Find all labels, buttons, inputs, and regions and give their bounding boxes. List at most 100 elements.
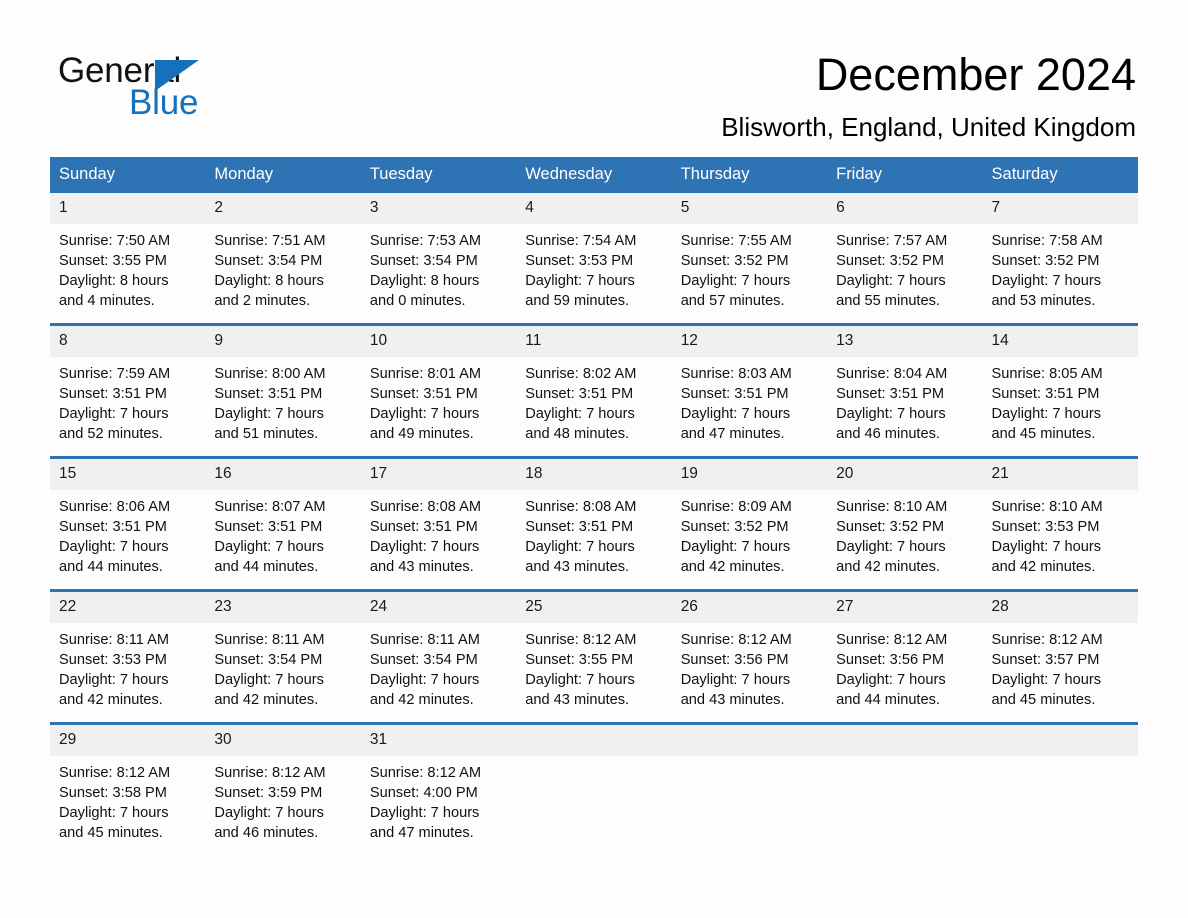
daylight-text-line1: Daylight: 7 hours: [836, 273, 946, 289]
day-cell[interactable]: 10 Sunrise: 8:01 AM Sunset: 3:51 PM Dayl…: [360, 326, 517, 444]
day-cell[interactable]: 3 Sunrise: 7:53 AM Sunset: 3:54 PM Dayli…: [360, 193, 517, 311]
day-cell[interactable]: 18 Sunrise: 8:08 AM Sunset: 3:51 PM Dayl…: [516, 459, 672, 577]
day-info: Sunrise: 8:10 AM Sunset: 3:52 PM Dayligh…: [827, 490, 982, 577]
sunrise-text: Sunrise: 8:12 AM: [369, 765, 481, 781]
daylight-text-line2: and 47 minutes.: [369, 825, 474, 841]
day-cell[interactable]: 27 Sunrise: 8:12 AM Sunset: 3:56 PM Dayl…: [827, 592, 983, 710]
day-info: Sunrise: 8:11 AM Sunset: 3:54 PM Dayligh…: [205, 623, 360, 710]
sunrise-text: Sunrise: 7:59 AM: [59, 366, 171, 382]
day-cell[interactable]: 4 Sunrise: 7:54 AM Sunset: 3:53 PM Dayli…: [516, 193, 672, 311]
day-cell[interactable]: 25 Sunrise: 8:12 AM Sunset: 3:55 PM Dayl…: [516, 592, 672, 710]
day-cell[interactable]: 16 Sunrise: 8:07 AM Sunset: 3:51 PM Dayl…: [205, 459, 361, 577]
daylight-text-line1: Daylight: 7 hours: [836, 539, 946, 555]
sunset-text: Sunset: 3:51 PM: [369, 519, 478, 535]
page-header: General Blue December 2024 Blisworth, En…: [0, 0, 1188, 150]
daylight-text-line2: and 4 minutes.: [59, 293, 155, 309]
day-number: 31: [360, 725, 517, 756]
day-cell[interactable]: 7 Sunrise: 7:58 AM Sunset: 3:52 PM Dayli…: [982, 193, 1138, 311]
day-cell[interactable]: 15 Sunrise: 8:06 AM Sunset: 3:51 PM Dayl…: [50, 459, 206, 577]
sunrise-text: Sunrise: 7:51 AM: [214, 233, 326, 249]
sunset-text: Sunset: 3:59 PM: [214, 785, 323, 801]
daylight-text-line2: and 44 minutes.: [836, 692, 940, 708]
day-cell[interactable]: 12 Sunrise: 8:03 AM Sunset: 3:51 PM Dayl…: [671, 326, 828, 444]
day-cell[interactable]: 19 Sunrise: 8:09 AM Sunset: 3:52 PM Dayl…: [671, 459, 828, 577]
day-cell[interactable]: 23 Sunrise: 8:11 AM Sunset: 3:54 PM Dayl…: [205, 592, 361, 710]
day-cell[interactable]: 26 Sunrise: 8:12 AM Sunset: 3:56 PM Dayl…: [671, 592, 828, 710]
sunrise-text: Sunrise: 8:12 AM: [680, 632, 792, 648]
sunrise-text: Sunrise: 8:05 AM: [991, 366, 1103, 382]
day-number: 25: [516, 592, 672, 623]
daylight-text-line1: Daylight: 7 hours: [991, 406, 1102, 422]
sunrise-text: Sunrise: 8:08 AM: [525, 499, 637, 515]
day-cell[interactable]: 21 Sunrise: 8:10 AM Sunset: 3:53 PM Dayl…: [982, 459, 1138, 577]
daylight-text-line1: Daylight: 7 hours: [59, 539, 169, 555]
daylight-text-line2: and 45 minutes.: [991, 692, 1096, 708]
sunrise-text: Sunrise: 8:10 AM: [991, 499, 1103, 515]
daylight-text-line1: Daylight: 7 hours: [836, 406, 946, 422]
day-info: Sunrise: 7:57 AM Sunset: 3:52 PM Dayligh…: [827, 224, 982, 311]
day-cell[interactable]: 11 Sunrise: 8:02 AM Sunset: 3:51 PM Dayl…: [516, 326, 672, 444]
sunset-text: Sunset: 3:58 PM: [59, 785, 167, 801]
day-cell[interactable]: 2 Sunrise: 7:51 AM Sunset: 3:54 PM Dayli…: [205, 193, 361, 311]
day-info: Sunrise: 8:05 AM Sunset: 3:51 PM Dayligh…: [983, 357, 1138, 444]
day-number: 28: [982, 592, 1138, 623]
day-cell[interactable]: 28 Sunrise: 8:12 AM Sunset: 3:57 PM Dayl…: [982, 592, 1138, 710]
daylight-text-line2: and 48 minutes.: [525, 426, 630, 442]
day-cell[interactable]: 31 Sunrise: 8:12 AM Sunset: 4:00 PM Dayl…: [360, 725, 517, 843]
day-info: Sunrise: 8:12 AM Sunset: 3:56 PM Dayligh…: [672, 623, 827, 710]
day-cell[interactable]: 9 Sunrise: 8:00 AM Sunset: 3:51 PM Dayli…: [205, 326, 361, 444]
week-row: 1 Sunrise: 7:50 AM Sunset: 3:55 PM Dayli…: [50, 193, 1138, 311]
sunset-text: Sunset: 3:53 PM: [525, 253, 634, 269]
day-cell[interactable]: 22 Sunrise: 8:11 AM Sunset: 3:53 PM Dayl…: [50, 592, 206, 710]
daylight-text-line2: and 42 minutes.: [991, 559, 1096, 575]
daylight-text-line2: and 43 minutes.: [525, 692, 630, 708]
day-cell[interactable]: 20 Sunrise: 8:10 AM Sunset: 3:52 PM Dayl…: [827, 459, 983, 577]
weekday-header-thursday: Thursday: [680, 165, 750, 183]
general-blue-logo: General Blue: [58, 52, 318, 124]
day-info: Sunrise: 8:03 AM Sunset: 3:51 PM Dayligh…: [672, 357, 827, 444]
day-number: 4: [516, 193, 672, 224]
sunset-text: Sunset: 3:52 PM: [680, 253, 789, 269]
daylight-text-line1: Daylight: 7 hours: [991, 539, 1102, 555]
sunset-text: Sunset: 3:56 PM: [680, 652, 789, 668]
day-info: Sunrise: 8:00 AM Sunset: 3:51 PM Dayligh…: [205, 357, 360, 444]
day-cell[interactable]: 6 Sunrise: 7:57 AM Sunset: 3:52 PM Dayli…: [827, 193, 983, 311]
week-row: 15 Sunrise: 8:06 AM Sunset: 3:51 PM Dayl…: [50, 456, 1138, 577]
week-row: 8 Sunrise: 7:59 AM Sunset: 3:51 PM Dayli…: [50, 323, 1138, 444]
day-info: Sunrise: 8:06 AM Sunset: 3:51 PM Dayligh…: [50, 490, 205, 577]
day-cell[interactable]: 17 Sunrise: 8:08 AM Sunset: 3:51 PM Dayl…: [360, 459, 517, 577]
day-info: Sunrise: 7:50 AM Sunset: 3:55 PM Dayligh…: [50, 224, 205, 311]
day-number: 29: [50, 725, 206, 756]
day-number: 20: [827, 459, 983, 490]
day-number: 23: [205, 592, 361, 623]
daylight-text-line1: Daylight: 7 hours: [525, 672, 635, 688]
daylight-text-line2: and 42 minutes.: [59, 692, 163, 708]
sunrise-text: Sunrise: 8:10 AM: [836, 499, 948, 515]
day-cell[interactable]: 24 Sunrise: 8:11 AM Sunset: 3:54 PM Dayl…: [360, 592, 517, 710]
sunrise-text: Sunrise: 8:12 AM: [214, 765, 326, 781]
day-cell-empty: [982, 725, 1138, 843]
day-cell[interactable]: 8 Sunrise: 7:59 AM Sunset: 3:51 PM Dayli…: [50, 326, 206, 444]
daylight-text-line1: Daylight: 7 hours: [369, 805, 480, 821]
daylight-text-line1: Daylight: 7 hours: [680, 273, 791, 289]
day-cell[interactable]: 5 Sunrise: 7:55 AM Sunset: 3:52 PM Dayli…: [671, 193, 828, 311]
daylight-text-line2: and 45 minutes.: [991, 426, 1096, 442]
daylight-text-line1: Daylight: 7 hours: [214, 539, 324, 555]
daylight-text-line1: Daylight: 7 hours: [59, 805, 169, 821]
daylight-text-line1: Daylight: 7 hours: [214, 672, 324, 688]
daylight-text-line2: and 55 minutes.: [836, 293, 940, 309]
day-cell[interactable]: 13 Sunrise: 8:04 AM Sunset: 3:51 PM Dayl…: [827, 326, 983, 444]
day-number: [516, 725, 672, 756]
daylight-text-line2: and 46 minutes.: [836, 426, 940, 442]
sunset-text: Sunset: 4:00 PM: [369, 785, 478, 801]
day-cell[interactable]: 1 Sunrise: 7:50 AM Sunset: 3:55 PM Dayli…: [50, 193, 206, 311]
day-number: 2: [205, 193, 361, 224]
daylight-text-line1: Daylight: 7 hours: [680, 539, 791, 555]
day-cell[interactable]: 29 Sunrise: 8:12 AM Sunset: 3:58 PM Dayl…: [50, 725, 206, 843]
day-cell[interactable]: 30 Sunrise: 8:12 AM Sunset: 3:59 PM Dayl…: [205, 725, 361, 843]
sunrise-text: Sunrise: 8:04 AM: [836, 366, 948, 382]
week-row: 29 Sunrise: 8:12 AM Sunset: 3:58 PM Dayl…: [50, 722, 1138, 843]
day-cell[interactable]: 14 Sunrise: 8:05 AM Sunset: 3:51 PM Dayl…: [982, 326, 1138, 444]
sunset-text: Sunset: 3:52 PM: [836, 253, 945, 269]
sunset-text: Sunset: 3:51 PM: [369, 386, 478, 402]
